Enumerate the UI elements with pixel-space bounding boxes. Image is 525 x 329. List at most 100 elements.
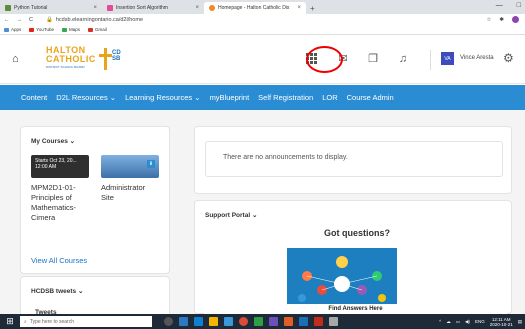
tab-label: Insertion Sort Algorithm (116, 5, 168, 11)
bookmark-maps[interactable]: Maps (61, 27, 80, 32)
site-header: ⌂ HALTON CATHOLIC DISTRICT SCHOOL BOARD … (0, 36, 525, 84)
word-icon[interactable] (299, 317, 308, 326)
forward-icon[interactable]: → (17, 17, 23, 23)
tab-favicon-icon (209, 5, 215, 11)
close-icon[interactable]: × (297, 5, 301, 11)
bookmark-gmail[interactable]: Gmail (87, 27, 107, 32)
chrome-icon[interactable] (239, 317, 248, 326)
address-bar: ← → C 🔒 hcdsb.elearningontario.ca/d2l/ho… (0, 14, 525, 25)
course-name-mpm2d1[interactable]: MPM2D1-01- Principles of Mathematics- Ci… (31, 183, 76, 223)
system-clock[interactable]: 12:11 AM 2020-10-21 (490, 317, 513, 327)
reload-icon[interactable]: C (29, 17, 33, 23)
clock-time: 12:11 AM (491, 316, 511, 322)
maximize-button[interactable]: □ (517, 2, 521, 9)
chat-icon[interactable]: ❐ (366, 53, 380, 65)
gear-icon[interactable]: ⚙ (503, 51, 514, 65)
bookmark-youtube[interactable]: YouTube (29, 27, 54, 32)
close-icon[interactable]: × (195, 5, 199, 11)
bell-icon[interactable]: ♫ (396, 53, 410, 65)
back-icon[interactable]: ← (4, 17, 10, 23)
bookmarks-bar: Apps YouTube Maps Gmail (0, 25, 525, 35)
course-name-admin[interactable]: Administrator Site (101, 183, 145, 203)
tab-insertion-sort[interactable]: Insertion Sort Algorithm × (102, 2, 204, 14)
course-name-line: Administrator (101, 183, 146, 192)
cross-bar (99, 54, 112, 57)
announcements-text: There are no announcements to display. (223, 154, 348, 161)
course-name-line: Site (101, 193, 114, 202)
extension-icon[interactable]: ✱ (499, 17, 504, 23)
tray-language[interactable]: ENG (475, 319, 485, 324)
battery-icon[interactable]: ▭ (456, 319, 460, 325)
home-icon[interactable]: ⌂ (12, 53, 19, 65)
cortana-icon[interactable] (164, 317, 173, 326)
school-board-logo[interactable]: HALTON CATHOLIC DISTRICT SCHOOL BOARD CD… (46, 45, 126, 75)
minimize-button[interactable]: — (496, 2, 503, 9)
tab-homepage[interactable]: Homepage - Halton Catholic Dis × (204, 2, 306, 14)
course-name-line: MPM2D1-01- (31, 183, 76, 192)
app-icon[interactable] (329, 317, 338, 326)
store-icon[interactable] (224, 317, 233, 326)
powerpoint-icon[interactable] (284, 317, 293, 326)
nav-lor[interactable]: LOR (322, 93, 337, 102)
edge-icon[interactable] (194, 317, 203, 326)
support-portal-title[interactable]: Support Portal ⌄ (205, 211, 257, 219)
maps-icon (61, 27, 67, 32)
windows-start-icon[interactable]: ⊞ (0, 316, 20, 327)
excel-icon[interactable] (254, 317, 263, 326)
nav-myblueprint[interactable]: myBlueprint (210, 93, 250, 102)
lock-icon: 🔒 (46, 16, 53, 23)
url-field[interactable]: 🔒 hcdsb.elearningontario.ca/d2l/home (46, 17, 143, 23)
course-tile-mpm2d1[interactable]: Starts Oct 23, 20... 12:00 AM (31, 155, 89, 178)
acrobat-icon[interactable] (314, 317, 323, 326)
profile-avatar[interactable] (512, 16, 519, 23)
user-name[interactable]: Vince Aresta (460, 55, 494, 61)
new-tab-button[interactable]: + (306, 2, 319, 14)
tab-label: Python Tutorial (14, 5, 48, 11)
browser-tab-bar: Python Tutorial × Insertion Sort Algorit… (0, 0, 525, 14)
onenote-icon[interactable] (269, 317, 278, 326)
taskbar-apps (164, 317, 338, 326)
pin-icon[interactable]: ⬇ (147, 160, 155, 168)
star-icon[interactable]: ☆ (486, 17, 491, 23)
taskbar-search[interactable]: ⌕ Type here to search (20, 316, 152, 327)
gmail-icon (87, 27, 93, 32)
my-courses-title[interactable]: My Courses ⌄ (31, 137, 75, 145)
volume-icon[interactable]: ◀) (465, 319, 470, 325)
course-tile-admin[interactable]: ⬇ (101, 155, 159, 178)
network-icon[interactable]: ☁ (446, 319, 451, 325)
cross-icon (104, 48, 107, 70)
bookmark-apps[interactable]: Apps (4, 27, 21, 32)
course-name-line: Principles of (31, 193, 72, 202)
tab-python-tutorial[interactable]: Python Tutorial × (0, 2, 102, 14)
course-name-line: Cimera (31, 213, 56, 222)
bookmark-label: Gmail (94, 27, 107, 32)
tweets-title[interactable]: HCDSB tweets ⌄ (31, 287, 83, 295)
view-all-courses-link[interactable]: View All Courses (31, 256, 87, 265)
bookmark-label: Apps (11, 27, 22, 32)
nav-content[interactable]: Content (21, 93, 47, 102)
notification-icon[interactable]: ▤ (518, 319, 522, 325)
user-avatar[interactable]: VA (441, 52, 454, 65)
nav-d2l-resources[interactable]: D2L Resources ⌄ (56, 93, 116, 102)
bookmark-label: Maps (68, 27, 80, 32)
bookmark-label: YouTube (36, 27, 54, 32)
system-tray: ^ ☁ ▭ ◀) ENG 12:11 AM 2020-10-21 ▤ (439, 317, 522, 327)
logo-cdsb: CD SB (112, 50, 121, 62)
find-answers-link[interactable]: Find Answers Here (204, 304, 507, 314)
windows-taskbar: ⊞ ⌕ Type here to search ^ ☁ ▭ ◀) ENG 12:… (0, 314, 525, 329)
nav-learning-resources[interactable]: Learning Resources ⌄ (125, 93, 201, 102)
file-explorer-icon[interactable] (209, 317, 218, 326)
nav-course-admin[interactable]: Course Admin (347, 93, 394, 102)
main-navbar: Content D2L Resources ⌄ Learning Resourc… (0, 85, 525, 110)
tray-chevron-icon[interactable]: ^ (439, 319, 441, 324)
task-view-icon[interactable] (179, 317, 188, 326)
nav-self-registration[interactable]: Self Registration (258, 93, 313, 102)
search-icon: ⌕ (24, 318, 27, 325)
address-bar-actions: ☆ ✱ (486, 16, 519, 23)
course-start-date: Starts Oct 23, 20... 12:00 AM (35, 158, 77, 170)
header-divider (430, 50, 431, 70)
taskbar-search-placeholder: Type here to search (29, 318, 75, 325)
announcements-widget: There are no announcements to display. (194, 126, 512, 194)
close-icon[interactable]: × (93, 5, 97, 11)
logo-line2: CATHOLIC (46, 54, 96, 64)
